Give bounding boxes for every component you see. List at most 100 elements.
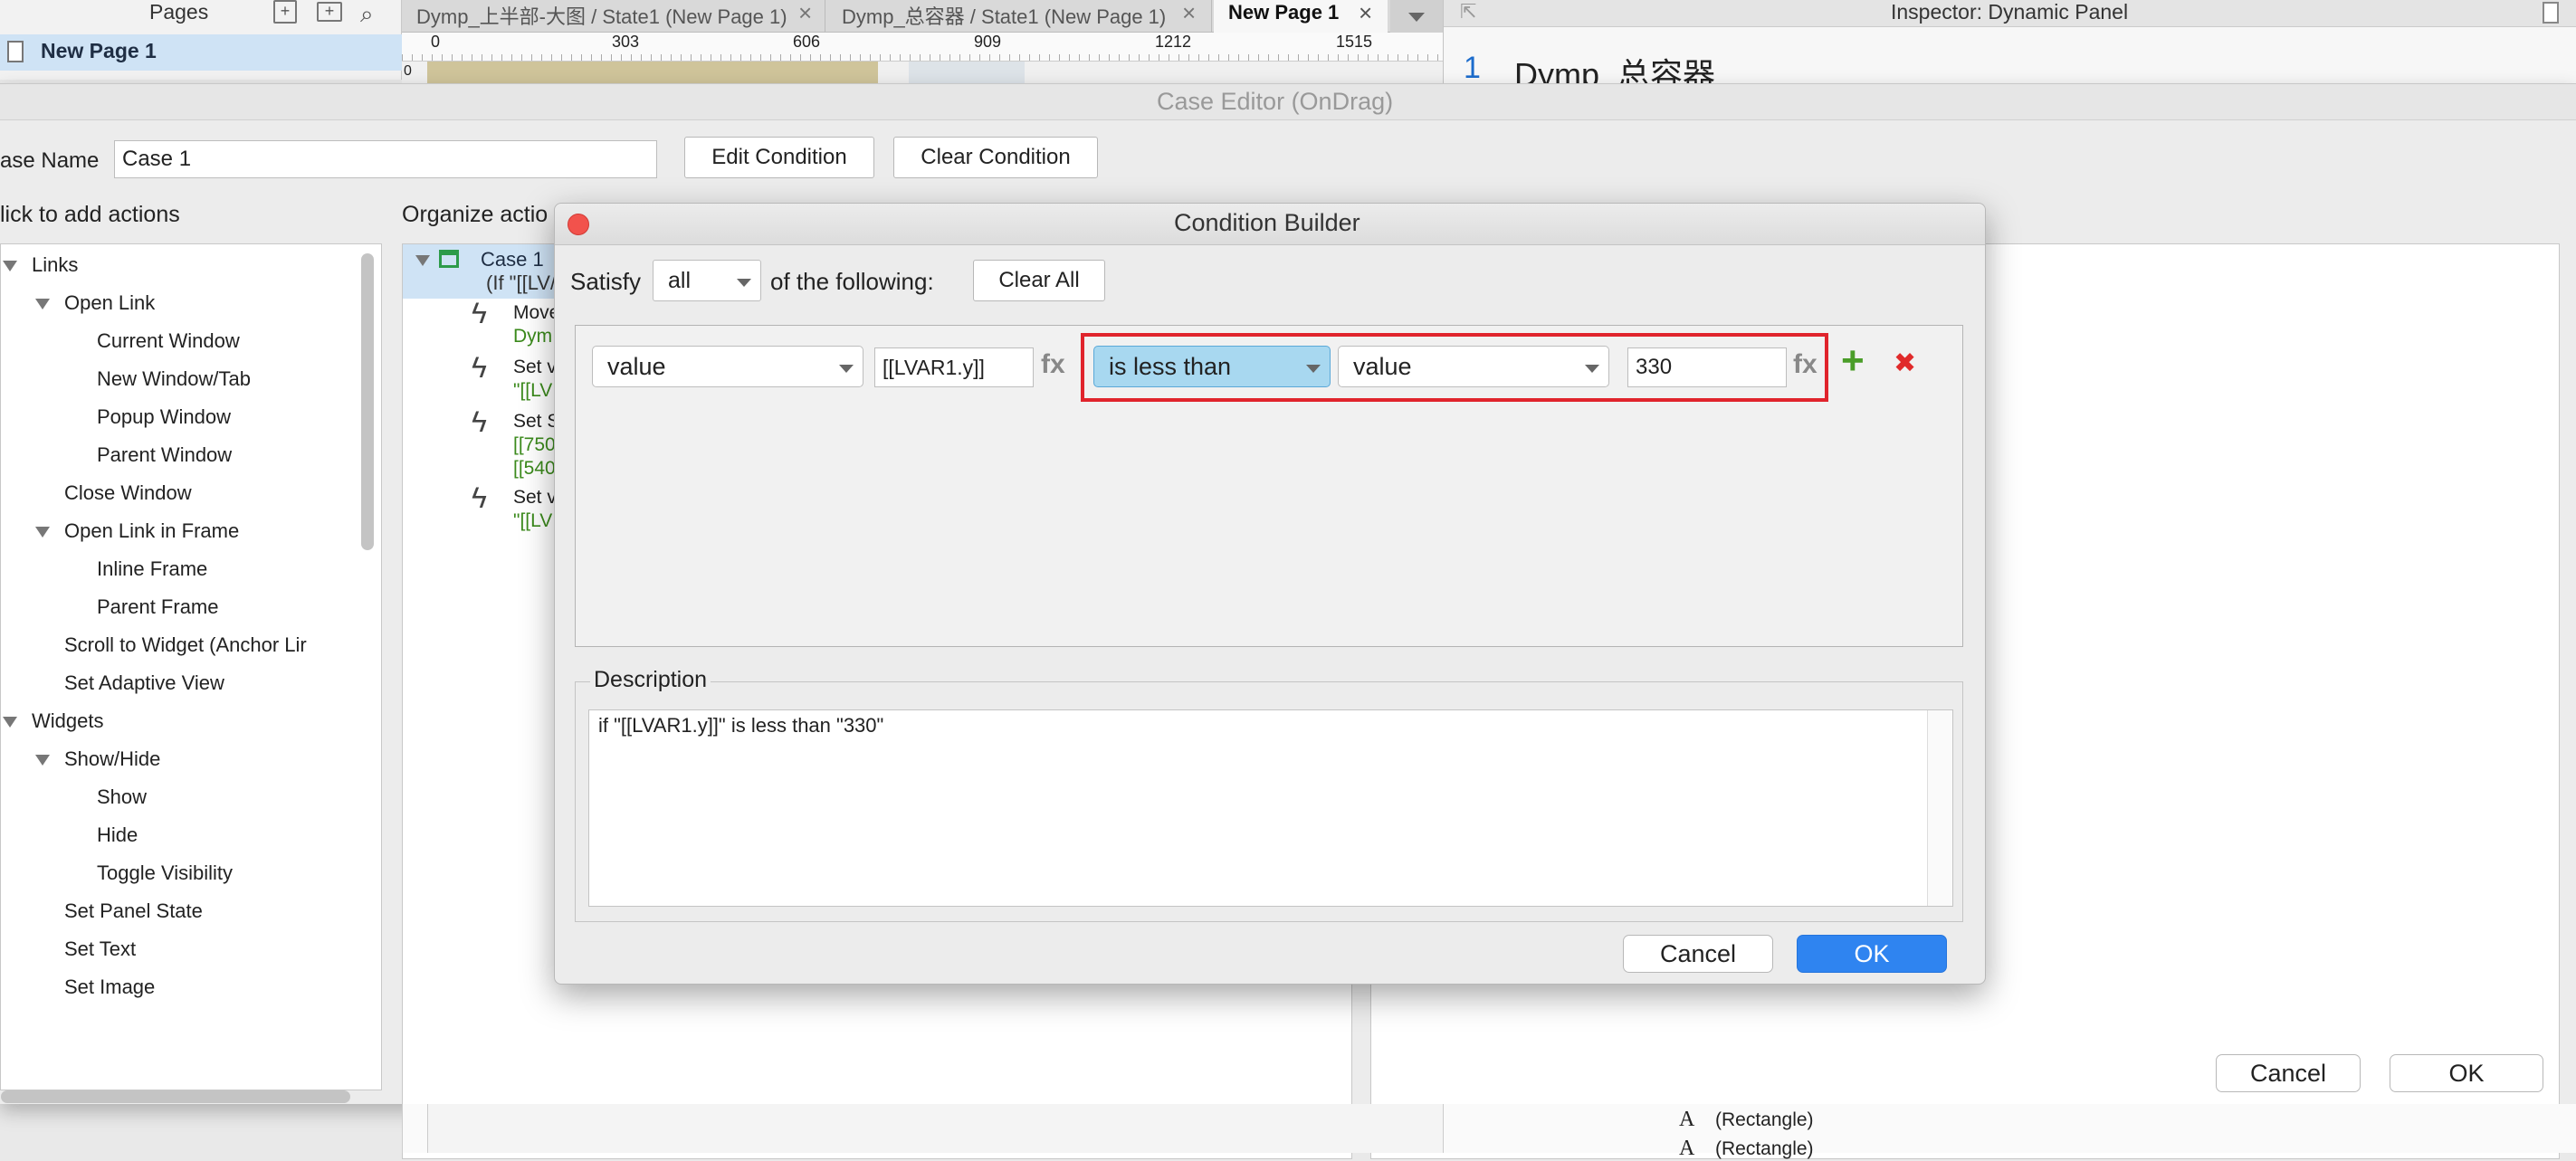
action-tree-item[interactable]: Toggle Visibility: [97, 861, 233, 885]
action-tree-item[interactable]: Set Text: [64, 937, 136, 961]
clear-condition-button[interactable]: Clear Condition: [893, 137, 1098, 178]
remove-condition-icon[interactable]: ✖: [1894, 347, 1916, 379]
description-text: if "[[LVAR1.y]]" is less than "330": [598, 714, 884, 737]
inspector-bottom: A (Rectangle) A (Rectangle): [1443, 1104, 2576, 1160]
chevron-down-icon: [839, 365, 854, 373]
action-tree-item[interactable]: Parent Window: [97, 443, 232, 467]
case-name-input[interactable]: Case 1: [114, 140, 657, 178]
right-value-input[interactable]: 330: [1627, 347, 1787, 387]
fx-button[interactable]: fx: [1793, 349, 1818, 380]
tab-overflow-button[interactable]: [1390, 0, 1443, 33]
tree-vertical-scrollbar[interactable]: [361, 253, 374, 550]
action-item-text[interactable]: Set v: [513, 357, 557, 378]
clear-all-button[interactable]: Clear All: [973, 260, 1105, 301]
inspector-item-label[interactable]: (Rectangle): [1715, 1138, 1814, 1160]
tree-horizontal-scrollbar[interactable]: [1, 1090, 350, 1103]
left-type-value: value: [607, 352, 666, 380]
ruler-tick: 909: [974, 33, 1002, 51]
tab-dymp-upper[interactable]: Dymp_上半部-大图 / State1 (New Page 1) ×: [402, 0, 825, 33]
action-tree-item[interactable]: Links: [32, 253, 78, 277]
document-icon[interactable]: [2543, 2, 2559, 24]
action-tree-item[interactable]: New Window/Tab: [97, 367, 251, 391]
add-folder-icon[interactable]: +: [317, 2, 342, 22]
right-type-value: value: [1353, 352, 1412, 380]
close-icon[interactable]: ×: [1182, 0, 1196, 27]
close-window-icon[interactable]: [568, 214, 589, 235]
action-tree-item[interactable]: Show: [97, 785, 147, 809]
search-icon[interactable]: ⌕: [360, 0, 374, 29]
right-type-select[interactable]: value: [1338, 346, 1609, 387]
action-item-text[interactable]: Move: [513, 302, 559, 324]
description-textarea[interactable]: if "[[LVAR1.y]]" is less than "330": [588, 709, 1953, 907]
operator-value: is less than: [1109, 352, 1232, 380]
condition-builder-title: Condition Builder: [1174, 209, 1360, 236]
description-scrollbar-track[interactable]: [1927, 710, 1952, 906]
page-list-item-selected[interactable]: New Page 1: [0, 34, 402, 71]
expand-triangle-icon[interactable]: [35, 299, 50, 309]
expand-triangle-icon[interactable]: [3, 717, 17, 728]
action-tree-item[interactable]: Popup Window: [97, 405, 231, 429]
expand-triangle-icon[interactable]: [415, 255, 430, 266]
right-value: 330: [1636, 355, 1673, 379]
case-editor-title: Case Editor (OnDrag): [1157, 88, 1394, 115]
ruler-tick: 1212: [1155, 33, 1192, 51]
add-actions-label: lick to add actions: [0, 202, 180, 227]
chevron-down-icon: [1306, 365, 1321, 373]
case-editor-ok-button[interactable]: OK: [2390, 1054, 2543, 1092]
actions-tree-panel: Links Open Link Current Window New Window/T…: [0, 243, 382, 1103]
expand-triangle-icon[interactable]: [35, 527, 50, 538]
fx-button[interactable]: fx: [1041, 349, 1065, 380]
edit-condition-button[interactable]: Edit Condition: [684, 137, 874, 178]
close-icon[interactable]: ×: [798, 0, 812, 27]
add-page-icon[interactable]: +: [273, 0, 297, 24]
action-tree-item[interactable]: Set Panel State: [64, 899, 203, 923]
action-tree-item[interactable]: Close Window: [64, 481, 192, 505]
tab-dymp-container[interactable]: Dymp_总容器 / State1 (New Page 1) ×: [827, 0, 1212, 33]
condition-builder-titlebar: Condition Builder: [555, 204, 1985, 245]
action-tree-item[interactable]: Widgets: [32, 709, 103, 733]
condition-ok-button[interactable]: OK: [1797, 935, 1947, 973]
inspector-item-label[interactable]: (Rectangle): [1715, 1109, 1814, 1131]
inspector-title: Inspector: Dynamic Panel: [1891, 0, 2129, 24]
ruler-tick: 1515: [1336, 33, 1373, 51]
tab-new-page-1[interactable]: New Page 1 ×: [1214, 0, 1388, 33]
inspector-index: 1: [1464, 51, 1481, 85]
action-tree-item[interactable]: Set Adaptive View: [64, 671, 224, 695]
close-icon[interactable]: ×: [1359, 0, 1372, 27]
case-editor-titlebar: Case Editor (OnDrag): [0, 84, 2576, 120]
case-name-value: Case 1: [122, 147, 192, 171]
action-tree-item[interactable]: Scroll to Widget (Anchor Lir: [64, 633, 307, 657]
condition-cancel-button[interactable]: Cancel: [1623, 935, 1773, 973]
operator-select[interactable]: is less than: [1093, 346, 1331, 387]
action-tree-item[interactable]: Open Link in Frame: [64, 519, 239, 543]
conditions-area: value [[LVAR1.y]] fx is less than value …: [575, 325, 1963, 647]
page-label: New Page 1: [41, 39, 157, 62]
expand-triangle-icon[interactable]: [3, 261, 17, 271]
vertical-ruler: [403, 1104, 428, 1153]
action-tree-item[interactable]: Set Image: [64, 975, 155, 999]
chevron-down-icon: [1585, 365, 1599, 373]
expand-triangle-icon[interactable]: [35, 755, 50, 766]
action-lightning-icon: ϟ: [472, 481, 487, 514]
left-value-input[interactable]: [[LVAR1.y]]: [874, 347, 1034, 387]
case-editor-cancel-button[interactable]: Cancel: [2216, 1054, 2361, 1092]
add-condition-icon[interactable]: +: [1841, 338, 1865, 384]
action-tree-item[interactable]: Hide: [97, 823, 138, 847]
action-tree-item[interactable]: Inline Frame: [97, 557, 207, 581]
action-item-text[interactable]: Set S: [513, 411, 559, 433]
action-item-text: "[[LV: [513, 510, 553, 531]
action-tree-item[interactable]: Show/Hide: [64, 747, 160, 771]
left-type-select[interactable]: value: [592, 346, 863, 387]
satisfy-label: Satisfy: [570, 268, 642, 295]
action-tree-item[interactable]: Parent Frame: [97, 595, 219, 619]
action-tree-item[interactable]: Open Link: [64, 291, 155, 315]
satisfy-select[interactable]: all: [653, 260, 761, 301]
ruler-tick: 0: [431, 33, 441, 51]
collapse-icon[interactable]: ⇱: [1460, 0, 1476, 24]
left-value: [[LVAR1.y]]: [883, 355, 985, 379]
canvas-bottom-strip: [402, 1104, 1443, 1153]
action-tree-item[interactable]: Current Window: [97, 329, 240, 353]
action-item-text[interactable]: Set v: [513, 487, 557, 509]
ruler-tick: 303: [612, 33, 640, 51]
action-lightning-icon: ϟ: [472, 351, 487, 384]
